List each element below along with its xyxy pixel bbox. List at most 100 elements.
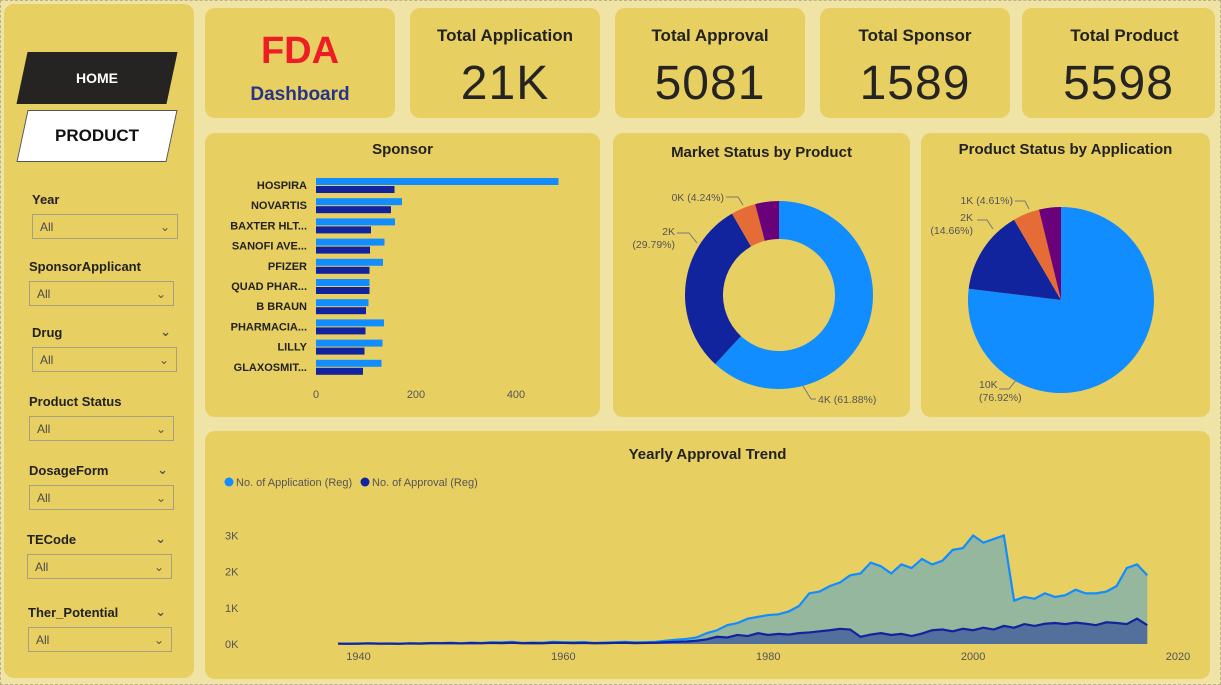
slicer-tecode: TECode ⌄ All ⌄: [27, 530, 172, 579]
pie-data-label: 0K (4.24%): [671, 192, 724, 204]
bar-category-label: SANOFI AVE...: [232, 241, 307, 253]
collapse-chevron-icon[interactable]: ⌄: [157, 462, 168, 478]
chevron-down-icon: ⌄: [158, 352, 169, 367]
kpi-title: Total Application: [437, 26, 573, 45]
bar-approval: [316, 246, 370, 254]
bar-approval: [316, 186, 395, 193]
chevron-down-icon: ⌄: [155, 421, 166, 436]
slicer-drug: Drug ⌄ All ⌄: [32, 323, 177, 372]
area-x-tick: 1940: [346, 651, 370, 663]
slicer-product-status-value: All: [37, 421, 51, 436]
pie-data-label: 4K (61.88%): [818, 394, 876, 406]
collapse-chevron-icon[interactable]: ⌄: [155, 604, 166, 620]
slicer-sponsor-applicant: SponsorApplicant All ⌄: [29, 257, 174, 306]
slicer-ther-potential-dropdown[interactable]: All ⌄: [28, 627, 172, 652]
bar-application: [316, 258, 383, 266]
chevron-down-icon: ⌄: [159, 219, 170, 234]
pie-leader-line: [677, 232, 698, 244]
slicer-sponsor-applicant-value: All: [37, 286, 51, 301]
legend-label: No. of Approval (Reg): [372, 477, 478, 489]
collapse-chevron-icon[interactable]: ⌄: [155, 531, 166, 547]
pie-data-label: 2K: [960, 212, 973, 224]
pie-data-label: (76.92%): [979, 392, 1022, 404]
pie-data-label: 10K: [979, 379, 998, 391]
slicer-year-value: All: [40, 219, 54, 234]
kpi-value: 21K: [460, 57, 550, 110]
brand-title: FDA: [260, 30, 340, 72]
area-y-tick: 1K: [225, 603, 239, 615]
product-button-label: PRODUCT: [54, 126, 140, 145]
chevron-down-icon: ⌄: [153, 559, 164, 574]
kpi-card-total-approval: Total Approval 5081: [615, 8, 805, 118]
area-y-tick: 2K: [225, 567, 239, 579]
bar-approval: [316, 226, 371, 234]
bar-category-label: LILLY: [277, 342, 307, 354]
bar-application: [316, 198, 402, 206]
sponsor-bar-chart: HOSPIRA NOVARTIS BAXTER HLT... SANOFI AVE..…: [230, 178, 559, 401]
legend-marker: [360, 477, 370, 487]
yearly-trend-chart: No. of Application (Reg) No. of Approval …: [224, 477, 1190, 663]
bar-category-label: PFIZER: [268, 261, 307, 273]
slicer-ther-potential: Ther_Potential ⌄ All ⌄: [28, 603, 172, 652]
slicer-dosage-form-title: DosageForm: [29, 462, 109, 478]
slicer-product-status-dropdown[interactable]: All ⌄: [29, 416, 174, 441]
chevron-down-icon: ⌄: [153, 632, 164, 647]
slicer-ther-potential-value: All: [36, 632, 50, 647]
product-button[interactable]: PRODUCT: [16, 110, 178, 162]
market-status-donut: 4K (61.88%) 2K(29.79%) 0K (4.24%): [632, 192, 876, 406]
bar-application: [316, 218, 395, 226]
bar-approval: [316, 206, 391, 214]
kpi-value: 1589: [859, 57, 971, 110]
bar-x-tick: 0: [313, 389, 319, 401]
bar-category-label: NOVARTIS: [251, 200, 307, 212]
kpi-value: 5598: [1063, 57, 1174, 110]
bar-approval: [316, 347, 365, 355]
slicer-sponsor-applicant-dropdown[interactable]: All ⌄: [29, 281, 174, 306]
slicer-dosage-form: DosageForm ⌄ All ⌄: [29, 461, 174, 510]
slicer-tecode-title: TECode: [27, 531, 77, 547]
product-status-pie: 10K(76.92%) 2K(14.66%) 1K (4.61%): [930, 195, 1154, 404]
bar-category-label: B BRAUN: [256, 301, 307, 313]
bar-approval: [316, 327, 366, 335]
bar-approval: [316, 287, 370, 294]
slicer-dosage-form-value: All: [37, 490, 51, 505]
home-button-label: HOME: [76, 70, 118, 86]
brand-subtitle: Dashboard: [250, 84, 350, 105]
home-button[interactable]: HOME: [16, 52, 178, 104]
yearly-trend-panel: Yearly Approval Trend No. of Application…: [205, 431, 1210, 679]
pie-leader-line: [999, 378, 1018, 390]
product-status-panel: Product Status by Application 10K (76.92%…: [921, 133, 1210, 417]
bar-application: [316, 359, 382, 367]
slicer-dosage-form-dropdown[interactable]: All ⌄: [29, 485, 174, 510]
bar-application: [316, 178, 559, 185]
bar-x-tick: 200: [407, 389, 425, 401]
bar-approval: [316, 266, 370, 274]
market-status-panel: Market Status by Product 4K (61.88%) 2K (2…: [613, 133, 910, 417]
pie-leader-line: [1015, 200, 1030, 210]
legend-marker: [224, 477, 234, 487]
slicer-drug-dropdown[interactable]: All ⌄: [32, 347, 177, 372]
kpi-card-total-application: Total Application 21K: [410, 8, 600, 118]
bar-category-label: QUAD PHAR...: [231, 281, 307, 293]
bar-category-label: PHARMACIA...: [231, 321, 307, 333]
bar-category-label: BAXTER HLT...: [230, 220, 307, 232]
pie-data-label: 1K (4.61%): [960, 195, 1013, 207]
slicer-year-dropdown[interactable]: All ⌄: [32, 214, 178, 239]
bar-application: [316, 339, 383, 347]
slicer-tecode-dropdown[interactable]: All ⌄: [27, 554, 172, 579]
area-y-tick: 0K: [225, 639, 239, 651]
kpi-title: Total Sponsor: [858, 26, 972, 45]
slicer-product-status: Product Status All ⌄: [29, 392, 174, 441]
slicer-drug-title: Drug: [32, 324, 63, 340]
brand-card: FDA Dashboard: [205, 8, 395, 118]
chevron-down-icon: ⌄: [155, 286, 166, 301]
pie-data-label: 2K: [662, 226, 675, 238]
chevron-down-icon: ⌄: [155, 490, 166, 505]
slicer-ther-potential-title: Ther_Potential: [28, 604, 119, 620]
collapse-chevron-icon[interactable]: ⌄: [160, 324, 171, 340]
bar-application: [316, 279, 370, 286]
pie-leader-line: [726, 196, 744, 206]
bar-approval: [316, 307, 366, 315]
slicer-tecode-value: All: [35, 559, 49, 574]
kpi-title: Total Product: [1070, 26, 1179, 45]
